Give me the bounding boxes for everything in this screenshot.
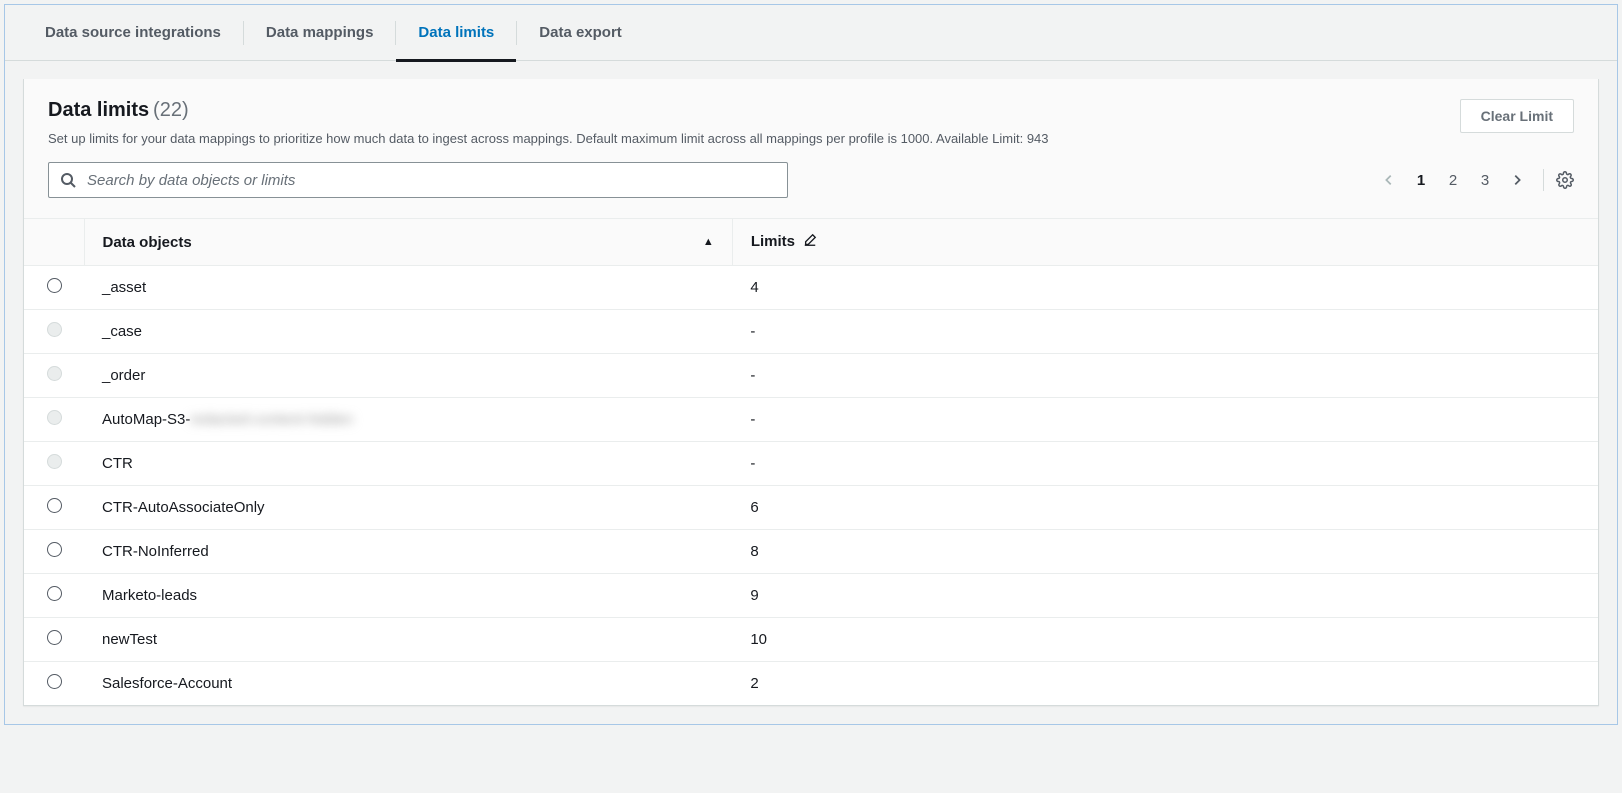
row-radio[interactable]	[47, 278, 62, 293]
table-row: CTR -	[24, 442, 1598, 486]
cell-data-object: Salesforce-Account	[84, 662, 732, 706]
cell-limit: -	[732, 354, 1598, 398]
cell-data-object: CTR-NoInferred	[84, 530, 732, 574]
cell-data-object: CTR-AutoAssociateOnly	[84, 486, 732, 530]
row-radio	[47, 454, 62, 469]
panel-title: Data limits	[48, 99, 149, 121]
toolbar: 1 2 3	[24, 162, 1598, 219]
edit-icon	[803, 233, 817, 251]
col-data-objects[interactable]: Data objects ▲	[84, 219, 732, 266]
cell-limit: -	[732, 442, 1598, 486]
cell-limit: 8	[732, 530, 1598, 574]
data-object-name: AutoMap-S3-	[102, 411, 190, 428]
data-object-name: Salesforce-Account	[102, 675, 232, 692]
data-object-name: Marketo-leads	[102, 587, 197, 604]
search-input[interactable]	[48, 162, 788, 198]
table-row: CTR-NoInferred 8	[24, 530, 1598, 574]
page-container: Data source integrations Data mappings D…	[4, 4, 1618, 725]
gear-icon	[1556, 171, 1574, 189]
cell-select	[24, 662, 84, 706]
table-row: AutoMap-S3-redacted-content-hidden-	[24, 398, 1598, 442]
cell-data-object: Marketo-leads	[84, 574, 732, 618]
row-radio[interactable]	[47, 586, 62, 601]
col-limits[interactable]: Limits	[732, 219, 1598, 266]
cell-select	[24, 618, 84, 662]
cell-select	[24, 530, 84, 574]
cell-limit: 4	[732, 266, 1598, 310]
cell-select	[24, 354, 84, 398]
clear-limit-button[interactable]: Clear Limit	[1460, 99, 1574, 133]
redacted-text: redacted-content-hidden	[190, 411, 353, 428]
cell-data-object: _case	[84, 310, 732, 354]
pager-separator	[1543, 169, 1544, 191]
cell-data-object: _order	[84, 354, 732, 398]
table-row: _asset 4	[24, 266, 1598, 310]
tab-data-mappings[interactable]: Data mappings	[244, 5, 396, 61]
chevron-left-icon	[1382, 173, 1396, 187]
next-page-button[interactable]	[1503, 166, 1531, 194]
data-object-name: CTR-AutoAssociateOnly	[102, 499, 265, 516]
cell-limit: 9	[732, 574, 1598, 618]
table-row: CTR-AutoAssociateOnly 6	[24, 486, 1598, 530]
col-limits-label: Limits	[751, 233, 795, 250]
sort-ascending-icon: ▲	[703, 236, 714, 248]
data-limits-panel: Data limits (22) Set up limits for your …	[23, 79, 1599, 706]
prev-page-button[interactable]	[1375, 166, 1403, 194]
row-radio	[47, 366, 62, 381]
page-3[interactable]: 3	[1471, 166, 1499, 194]
table-row: Salesforce-Account 2	[24, 662, 1598, 706]
table-row: _order -	[24, 354, 1598, 398]
panel-header: Data limits (22) Set up limits for your …	[24, 79, 1598, 162]
cell-data-object: newTest	[84, 618, 732, 662]
data-object-name: _case	[102, 323, 142, 340]
cell-select	[24, 486, 84, 530]
pagination: 1 2 3	[1375, 166, 1574, 194]
tab-data-limits[interactable]: Data limits	[396, 5, 516, 61]
settings-button[interactable]	[1556, 171, 1574, 189]
row-radio[interactable]	[47, 630, 62, 645]
data-object-name: CTR	[102, 455, 133, 472]
cell-limit: -	[732, 310, 1598, 354]
data-object-name: _order	[102, 367, 145, 384]
chevron-right-icon	[1510, 173, 1524, 187]
row-radio[interactable]	[47, 674, 62, 689]
tab-data-source-integrations[interactable]: Data source integrations	[23, 5, 243, 61]
panel-count: (22)	[153, 99, 189, 121]
cell-select	[24, 266, 84, 310]
data-object-name: _asset	[102, 279, 146, 296]
row-radio	[47, 322, 62, 337]
col-select	[24, 219, 84, 266]
data-object-name: newTest	[102, 631, 157, 648]
panel-title-row: Data limits (22)	[48, 99, 1049, 122]
cell-limit: -	[732, 398, 1598, 442]
table-row: Marketo-leads 9	[24, 574, 1598, 618]
row-radio[interactable]	[47, 498, 62, 513]
cell-select	[24, 310, 84, 354]
cell-data-object: _asset	[84, 266, 732, 310]
table-row: _case -	[24, 310, 1598, 354]
cell-data-object: AutoMap-S3-redacted-content-hidden	[84, 398, 732, 442]
page-1[interactable]: 1	[1407, 166, 1435, 194]
cell-limit: 2	[732, 662, 1598, 706]
cell-select	[24, 442, 84, 486]
row-radio[interactable]	[47, 542, 62, 557]
page-2[interactable]: 2	[1439, 166, 1467, 194]
data-object-name: CTR-NoInferred	[102, 543, 209, 560]
cell-data-object: CTR	[84, 442, 732, 486]
col-data-objects-label: Data objects	[103, 234, 192, 251]
search-icon	[60, 172, 76, 188]
cell-limit: 6	[732, 486, 1598, 530]
table-row: newTest 10	[24, 618, 1598, 662]
cell-select	[24, 574, 84, 618]
tab-data-export[interactable]: Data export	[517, 5, 644, 61]
panel-description: Set up limits for your data mappings to …	[48, 130, 1049, 148]
search-wrap	[48, 162, 788, 198]
cell-select	[24, 398, 84, 442]
table-body: _asset4_case-_order-AutoMap-S3-redacted-…	[24, 266, 1598, 706]
row-radio	[47, 410, 62, 425]
panel-title-wrap: Data limits (22) Set up limits for your …	[48, 99, 1049, 148]
tabs-bar: Data source integrations Data mappings D…	[5, 5, 1617, 61]
data-limits-table: Data objects ▲ Limits _asset4_c	[24, 219, 1598, 705]
cell-limit: 10	[732, 618, 1598, 662]
